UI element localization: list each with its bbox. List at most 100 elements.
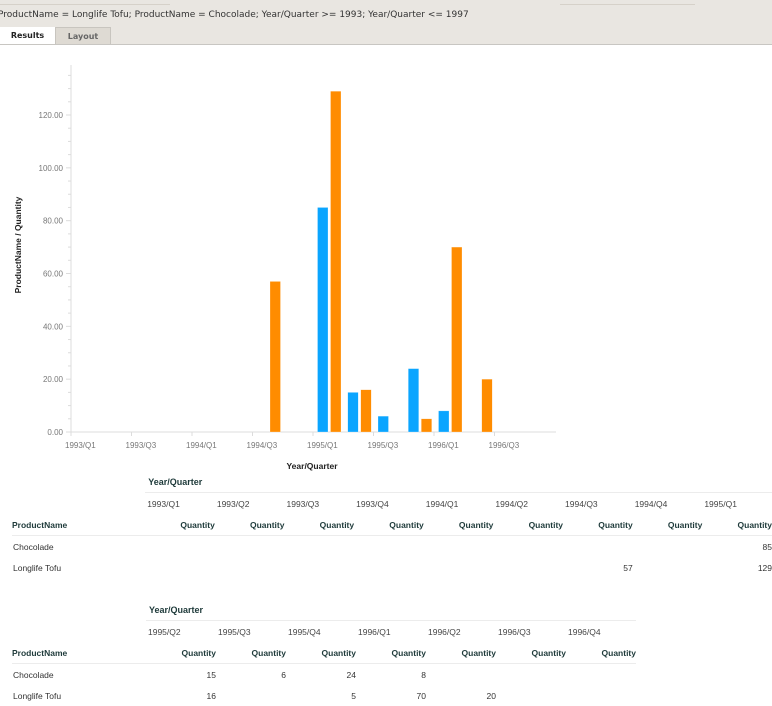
- row-label: Longlife Tofu: [13, 562, 62, 573]
- column-header-quarter[interactable]: 1995/Q2: [146, 620, 216, 642]
- tab-results[interactable]: Results: [0, 27, 55, 44]
- cell-value: 129: [757, 562, 772, 573]
- y-tick-label: 40.00: [43, 322, 64, 331]
- cell-value: [496, 664, 566, 686]
- column-header-quarter[interactable]: 1994/Q2: [493, 492, 564, 514]
- column-header-quantity[interactable]: Quantity: [145, 514, 215, 536]
- column-header-quarter[interactable]: 1994/Q4: [632, 492, 703, 514]
- column-header-quarter[interactable]: 1993/Q3: [284, 492, 355, 514]
- cell-value: [215, 536, 285, 558]
- bar-chocolade-1995-q3[interactable]: [377, 415, 389, 433]
- bar-longlife-tofu-1994-q3[interactable]: [269, 281, 281, 433]
- column-header-quantity[interactable]: Quantity: [356, 642, 426, 664]
- table-row: Chocolade 85: [12, 536, 772, 558]
- column-header-quarter[interactable]: 1993/Q4: [354, 492, 424, 514]
- bar-chocolade-1995-q2[interactable]: [347, 392, 359, 433]
- column-header-quantity[interactable]: Quantity: [426, 642, 496, 664]
- cell-value: [493, 536, 563, 558]
- filter-text: ProductName = Longlife Tofu; ProductName…: [0, 10, 469, 20]
- cell-value: [145, 536, 215, 558]
- cell-value: [493, 557, 563, 578]
- column-header-quantity[interactable]: Quantity: [216, 642, 286, 664]
- decorative-ridge: [0, 4, 170, 5]
- x-tick-label: 1996/Q3: [489, 441, 520, 450]
- row-header-productname[interactable]: ProductName: [12, 642, 146, 664]
- column-header-quantity[interactable]: Quantity: [632, 514, 703, 536]
- cell-value: [424, 536, 494, 558]
- column-header-quantity[interactable]: Quantity: [214, 514, 285, 536]
- column-header-quarter[interactable]: 1993/Q1: [145, 492, 215, 514]
- column-header-quarter[interactable]: 1993/Q2: [214, 492, 285, 514]
- row-label: Chocolade: [13, 669, 54, 680]
- cell-value: [354, 557, 424, 578]
- column-header-quantity[interactable]: Quantity: [566, 642, 636, 664]
- cell-value: [145, 557, 215, 578]
- column-header-quantity[interactable]: Quantity: [354, 514, 424, 536]
- cell-value: [284, 557, 354, 578]
- column-header-quarter[interactable]: 1996/Q3: [496, 620, 566, 642]
- column-header-quantity[interactable]: Quantity: [146, 642, 216, 664]
- y-tick-label: 60.00: [43, 270, 64, 279]
- chart-bars: [269, 90, 493, 433]
- table-row: Chocolade 15 6 24 8: [12, 664, 636, 686]
- cell-value: [426, 664, 496, 686]
- column-header-quantity[interactable]: Quantity: [493, 514, 564, 536]
- bar-chocolade-1996-q1[interactable]: [438, 410, 450, 433]
- cell-value: 24: [346, 669, 356, 680]
- row-label: Chocolade: [13, 541, 54, 552]
- decorative-ridge: [560, 4, 695, 5]
- table-row: Longlife Tofu 57 129: [12, 557, 772, 578]
- column-header-quarter[interactable]: 1995/Q3: [216, 620, 286, 642]
- column-header-quarter[interactable]: 1995/Q1: [702, 492, 772, 514]
- cell-value: [633, 557, 703, 578]
- column-header-quantity[interactable]: Quantity: [702, 514, 772, 536]
- cell-value: 85: [762, 541, 772, 552]
- column-header-quarter[interactable]: 1994/Q3: [563, 492, 633, 514]
- y-tick-label: 20.00: [43, 375, 64, 384]
- tab-layout[interactable]: Layout: [55, 27, 111, 44]
- dimension-label: Year/Quarter: [149, 604, 204, 615]
- bar-longlife-tofu-1996-q2[interactable]: [481, 378, 493, 433]
- bar-longlife-tofu-1995-q4[interactable]: [421, 418, 432, 433]
- row-header-productname[interactable]: ProductName: [12, 514, 146, 536]
- x-tick-label: 1995/Q3: [368, 441, 399, 450]
- cell-value: 6: [281, 669, 286, 680]
- bar-longlife-tofu-1996-q1[interactable]: [451, 246, 463, 433]
- y-tick-label: 0.00: [47, 428, 63, 437]
- column-header-quarter[interactable]: 1994/Q1: [423, 492, 494, 514]
- cell-value: [424, 557, 494, 578]
- cell-value: [284, 536, 354, 558]
- bar-longlife-tofu-1995-q2[interactable]: [360, 389, 372, 433]
- column-header-quarter[interactable]: 1996/Q2: [426, 620, 496, 642]
- y-axis-title: ProductName / Quantity: [13, 196, 23, 293]
- spacer: [12, 621, 146, 643]
- column-header-quantity[interactable]: Quantity: [423, 514, 494, 536]
- bar-chocolade-1995-q4[interactable]: [408, 368, 419, 433]
- x-tick-label: 1993/Q1: [65, 441, 96, 450]
- filter-bar: ProductName = Longlife Tofu; ProductName…: [0, 0, 772, 45]
- column-header-quantity[interactable]: Quantity: [286, 642, 356, 664]
- column-header-quantity[interactable]: Quantity: [563, 514, 633, 536]
- column-header-quantity[interactable]: Quantity: [496, 642, 566, 664]
- spacer: [12, 599, 146, 621]
- column-header-quantity[interactable]: Quantity: [284, 514, 355, 536]
- x-tick-label: 1995/Q1: [307, 441, 338, 450]
- spacer: [12, 471, 145, 493]
- y-tick-label: 120.00: [39, 111, 64, 120]
- x-tick-label: 1994/Q1: [186, 441, 217, 450]
- cell-value: 57: [623, 562, 633, 573]
- column-header-quarter[interactable]: 1996/Q4: [566, 620, 636, 642]
- pivot-table-2: Year/Quarter 1995/Q2 1995/Q3 1995/Q4 1996/Q1…: [12, 599, 636, 706]
- x-axis-title: Year/Quarter: [286, 461, 338, 471]
- cell-value: [215, 557, 285, 578]
- cell-value: 8: [421, 669, 426, 680]
- bar-longlife-tofu-1995-q1[interactable]: [330, 90, 342, 433]
- x-tick-label: 1996/Q1: [428, 441, 459, 450]
- bar-chocolade-1995-q1[interactable]: [317, 207, 329, 433]
- column-header-quarter[interactable]: 1995/Q4: [286, 620, 356, 642]
- x-tick-label: 1993/Q3: [126, 441, 157, 450]
- dimension-label: Year/Quarter: [148, 476, 203, 487]
- column-header-quarter[interactable]: 1996/Q1: [356, 620, 426, 642]
- spacer: [12, 493, 145, 515]
- cell-value: [633, 536, 703, 558]
